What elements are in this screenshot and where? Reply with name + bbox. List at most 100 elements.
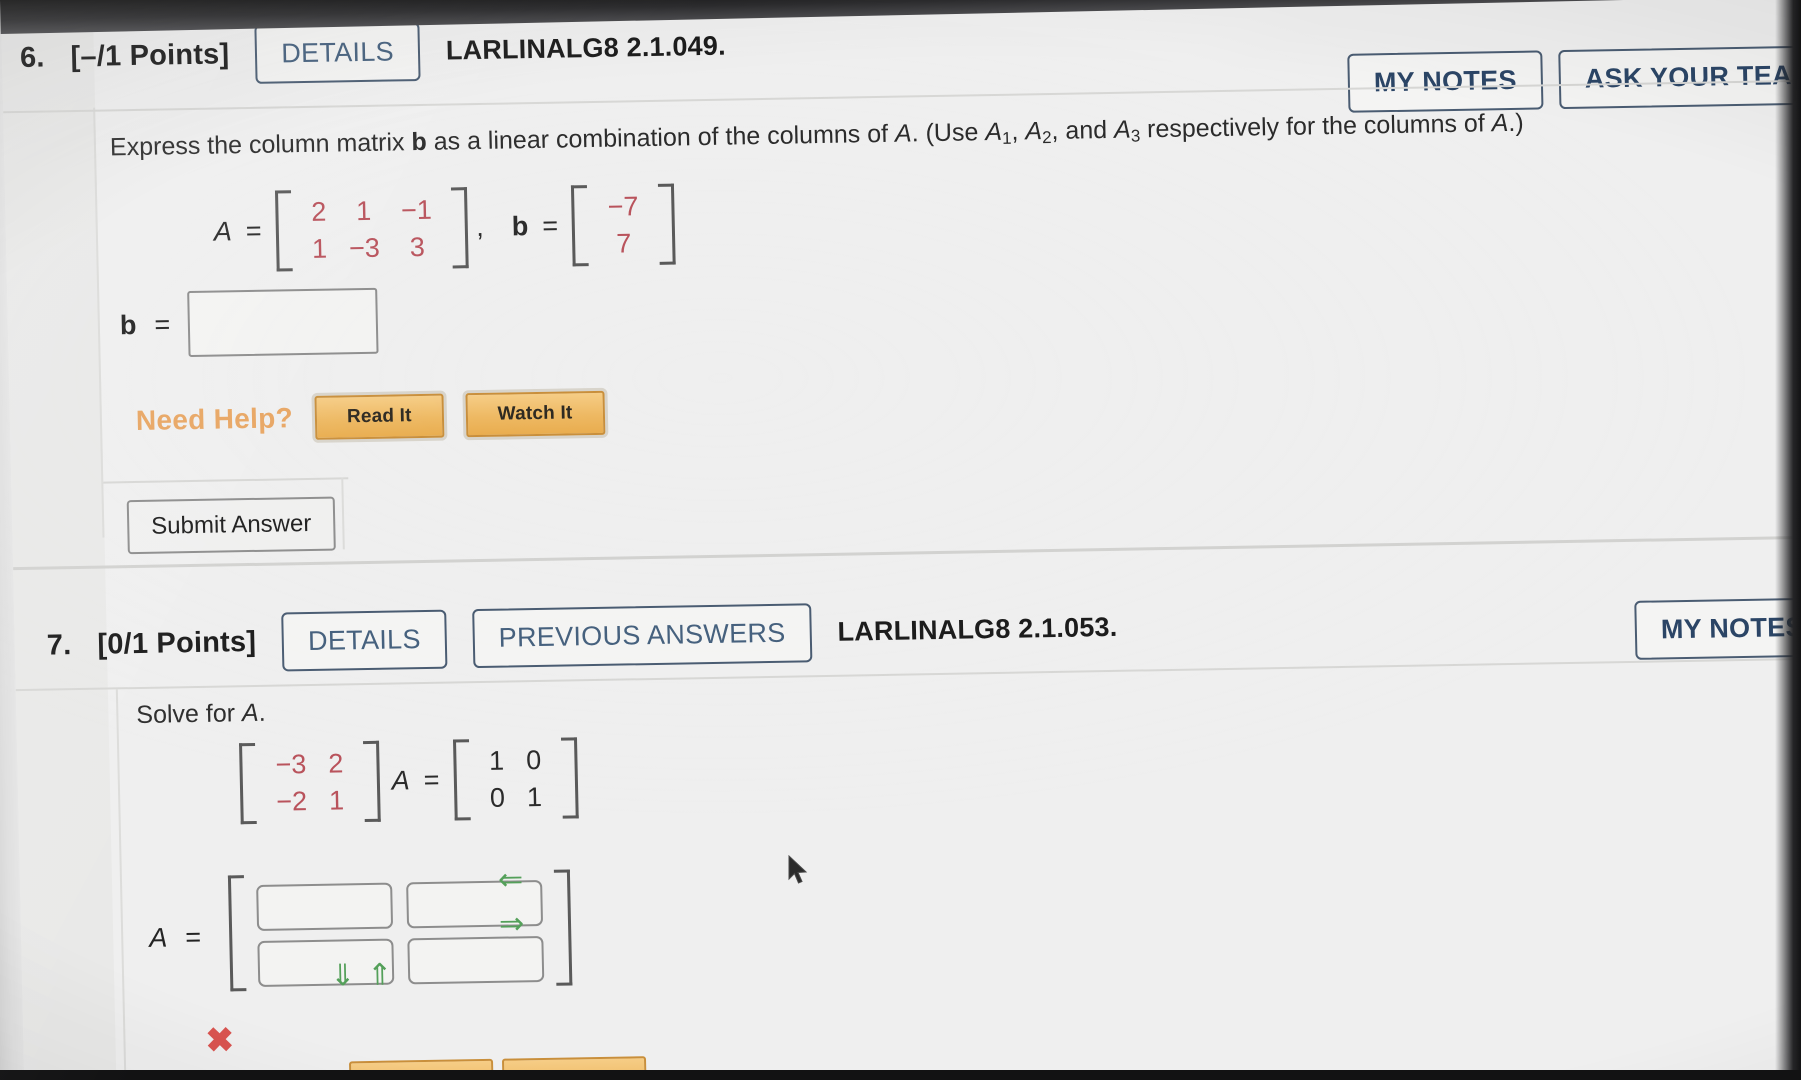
remove-row-icon[interactable]: ⇓	[330, 959, 356, 992]
question-6-actions: MY NOTES ASK YOUR TEACH	[1347, 44, 1801, 113]
coef-cell-r0c1: 2	[327, 748, 344, 779]
matrix-a-cell-r1c0: 1	[311, 233, 328, 264]
vector-b-equals: =	[541, 210, 559, 241]
rhs-cell-r1c0: 0	[489, 782, 506, 813]
matrix-a-equals: =	[245, 215, 262, 247]
prompt-a2-symbol: A	[1025, 117, 1043, 146]
question-7-answer-equals: =	[184, 921, 202, 952]
add-row-icon[interactable]: ⇑	[367, 959, 393, 992]
matrix-a-cell-r0c0: 2	[310, 196, 327, 227]
question-6-number: 6.	[19, 41, 45, 74]
answer-matrix-right-bracket	[553, 869, 573, 986]
question-6-prompt: Express the column matrix b as a linear …	[110, 109, 1524, 165]
matrix-a: 2 1 −1 1 −3 3	[274, 187, 470, 272]
prompt-text-1: Express the column matrix	[109, 128, 412, 162]
question-7-previous-answers-button[interactable]: PREVIOUS ANSWERS	[472, 603, 813, 669]
question-7-prompt: Solve for A.	[136, 699, 266, 730]
matrix-a-cell-r1c1: −3	[348, 232, 381, 263]
answer-input-r1c1[interactable]	[407, 935, 545, 985]
prompt-a2-sub: 2	[1041, 127, 1052, 148]
matrix-a-label: A	[213, 216, 233, 247]
prompt-a1-sub: 1	[1001, 128, 1012, 148]
coefficient-matrix-cells: −3 2 −2 1	[255, 741, 365, 824]
question-6-answer-equals: =	[154, 308, 171, 340]
vector-b-cell-r0: −7	[607, 191, 639, 222]
matrix-a-right-bracket	[451, 187, 470, 269]
vector-b: −7 7	[571, 183, 676, 267]
matrix-a-cell-r1c2: 3	[409, 231, 426, 262]
matrix-a-cells: 2 1 −1 1 −3 3	[291, 187, 453, 271]
question-7-prompt-text: Solve for	[136, 699, 243, 730]
vector-b-cells: −7 7	[587, 184, 660, 266]
submit-area-edge	[341, 477, 345, 550]
question-7-number: 7.	[46, 629, 72, 662]
question-7-panel-edge	[115, 689, 128, 1080]
vector-b-label: b	[511, 211, 529, 242]
coef-cell-r1c1: 1	[328, 784, 345, 816]
identity-matrix-left-bracket	[452, 739, 471, 821]
prompt-a1-symbol: A	[984, 117, 1003, 147]
photo-right-bezel	[1775, 0, 1801, 1080]
prompt-text-2: as a linear combination of the columns o…	[426, 119, 896, 156]
question-6-code: LARLINALG8 2.1.049.	[445, 30, 727, 66]
rhs-cell-r1c1: 1	[526, 781, 543, 812]
prompt-text-4: respectively for the columns of	[1139, 109, 1492, 144]
row-arrows: ⇓ ⇑	[330, 959, 393, 993]
question-6-answer-input[interactable]	[187, 287, 379, 358]
matrix-a-cell-r0c1: 1	[355, 195, 372, 227]
photo-bottom-bezel	[0, 1070, 1801, 1080]
add-column-icon[interactable]: ⇒	[499, 907, 525, 940]
left-gutter	[0, 0, 118, 1080]
vector-b-left-bracket	[571, 185, 589, 267]
need-help-label: Need Help?	[135, 402, 294, 436]
question-7-details-button[interactable]: DETAILS	[281, 609, 448, 672]
webassign-page: 6. [–/1 Points] DETAILS LARLINALG8 2.1.0…	[0, 0, 1801, 1080]
coefficient-matrix-left-bracket	[239, 742, 257, 825]
column-arrows: ⇐ ⇒	[498, 863, 525, 940]
question-6-answer-row: b =	[119, 287, 379, 358]
rhs-cell-r0c1: 0	[525, 744, 542, 776]
question-7-equals: =	[423, 764, 440, 796]
screen-surface: 6. [–/1 Points] DETAILS LARLINALG8 2.1.0…	[0, 0, 1801, 1080]
question-6-my-notes-button[interactable]: MY NOTES	[1347, 50, 1544, 113]
prompt-and-text: , and	[1051, 115, 1115, 145]
question-6-details-button[interactable]: DETAILS	[254, 21, 421, 84]
identity-matrix: 1 0 0 1	[452, 737, 579, 821]
question-7-points: [0/1 Points]	[97, 625, 257, 661]
prompt-a3-symbol: A	[1113, 115, 1132, 144]
watch-it-button[interactable]: Watch It	[465, 390, 605, 438]
read-it-button[interactable]: Read It	[314, 393, 445, 440]
matrix-separator-comma: ,	[475, 211, 485, 243]
question-7-prompt-a: A	[241, 698, 259, 728]
coef-cell-r0c0: −3	[275, 749, 307, 780]
question-6-given-matrices: A = 2 1 −1 1 −3 3 , b = −7 7	[213, 183, 676, 273]
identity-matrix-cells: 1 0 0 1	[469, 738, 563, 821]
prompt-a-symbol: A	[894, 119, 912, 148]
vector-b-right-bracket	[657, 183, 676, 265]
remove-column-icon[interactable]: ⇐	[498, 863, 524, 896]
question-7-prompt-end: .	[258, 698, 266, 727]
incorrect-answer-icon: ✖	[205, 1021, 235, 1060]
prompt-text-3: . (Use	[911, 118, 986, 148]
prompt-a-end-symbol: A	[1491, 109, 1509, 138]
question-6-ask-teacher-button[interactable]: ASK YOUR TEACH	[1558, 44, 1801, 110]
question-6-answer-label: b	[119, 309, 137, 340]
question-6-need-help: Need Help? Read It Watch It	[135, 390, 605, 443]
photo-frame: 6. [–/1 Points] DETAILS LARLINALG8 2.1.0…	[0, 0, 1801, 1080]
matrix-a-cell-r0c2: −1	[400, 194, 433, 226]
identity-matrix-right-bracket	[560, 737, 579, 819]
matrix-a-left-bracket	[274, 190, 293, 272]
prompt-comma-1: ,	[1011, 117, 1026, 146]
coefficient-matrix-right-bracket	[362, 740, 381, 823]
question-7-answer-label: A	[148, 922, 168, 953]
prompt-text-end: .)	[1508, 108, 1524, 137]
question-6-submit-button[interactable]: Submit Answer	[126, 496, 336, 555]
question-7-equation: −3 2 −2 1 A = 1 0 0 1	[239, 737, 579, 825]
vector-b-cell-r1: 7	[615, 227, 632, 259]
submit-area-divider	[103, 477, 349, 484]
question-7-variable-label: A	[391, 765, 411, 796]
coefficient-matrix: −3 2 −2 1	[239, 740, 381, 825]
question-7-code: LARLINALG8 2.1.053.	[837, 611, 1118, 647]
answer-input-r0c0[interactable]	[255, 882, 393, 931]
question-7-header: 7. [0/1 Points] DETAILS PREVIOUS ANSWERS…	[46, 598, 1118, 676]
